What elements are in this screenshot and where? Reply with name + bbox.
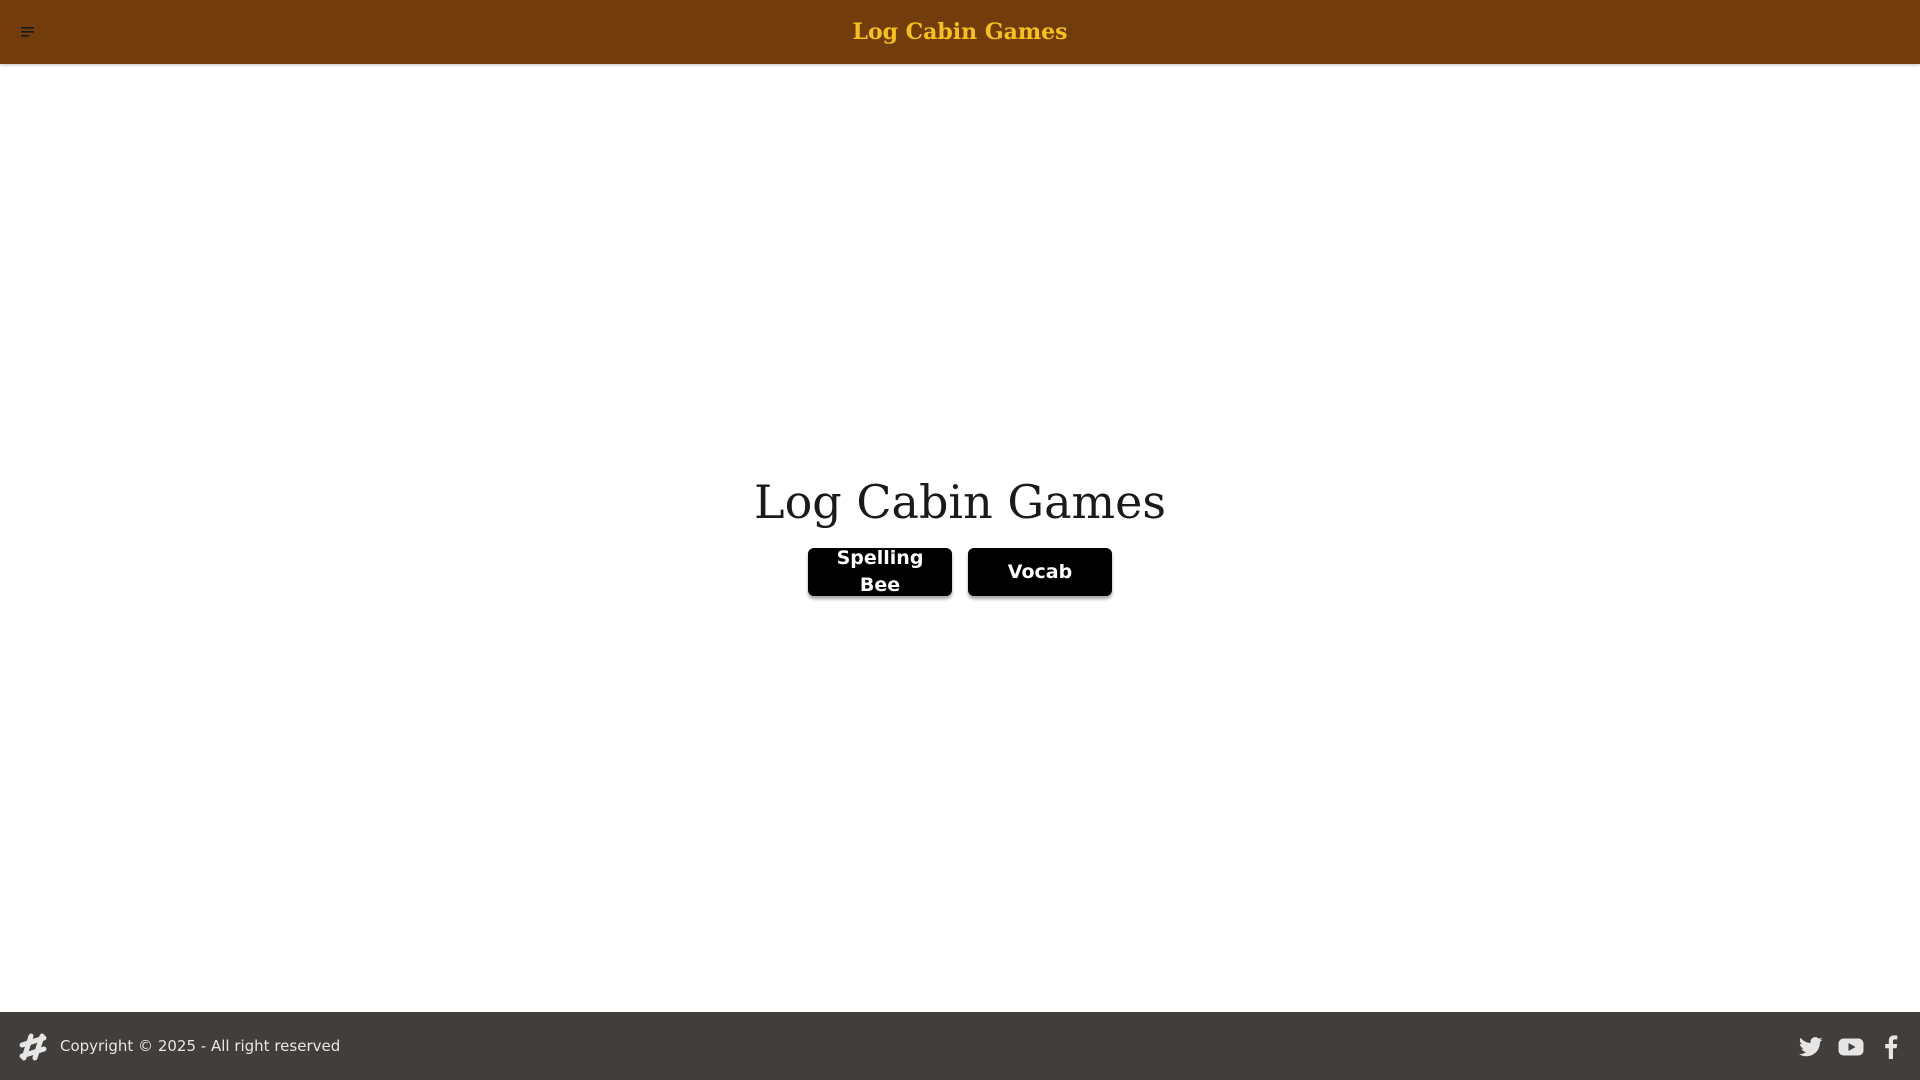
twitter-icon <box>1799 1037 1823 1057</box>
hashtag-logo-icon <box>19 1033 47 1061</box>
youtube-icon <box>1838 1038 1864 1056</box>
menu-icon <box>21 27 34 37</box>
facebook-icon <box>1885 1035 1898 1059</box>
top-nav-bar: Log Cabin Games <box>0 0 1920 64</box>
copyright-text: Copyright © 2025 - All right reserved <box>60 1037 341 1055</box>
spelling-bee-button[interactable]: Spelling Bee <box>808 547 952 596</box>
youtube-link[interactable] <box>1838 1034 1864 1060</box>
vocab-button[interactable]: Vocab <box>968 548 1112 596</box>
footer-logo <box>14 1028 52 1066</box>
game-buttons: Spelling Bee Vocab <box>808 547 1112 596</box>
menu-button[interactable] <box>14 18 42 46</box>
site-title[interactable]: Log Cabin Games <box>0 0 1920 64</box>
footer: Copyright © 2025 - All right reserved <box>0 1012 1920 1080</box>
facebook-link[interactable] <box>1878 1034 1904 1060</box>
twitter-link[interactable] <box>1798 1034 1824 1060</box>
page-title: Log Cabin Games <box>754 475 1166 529</box>
